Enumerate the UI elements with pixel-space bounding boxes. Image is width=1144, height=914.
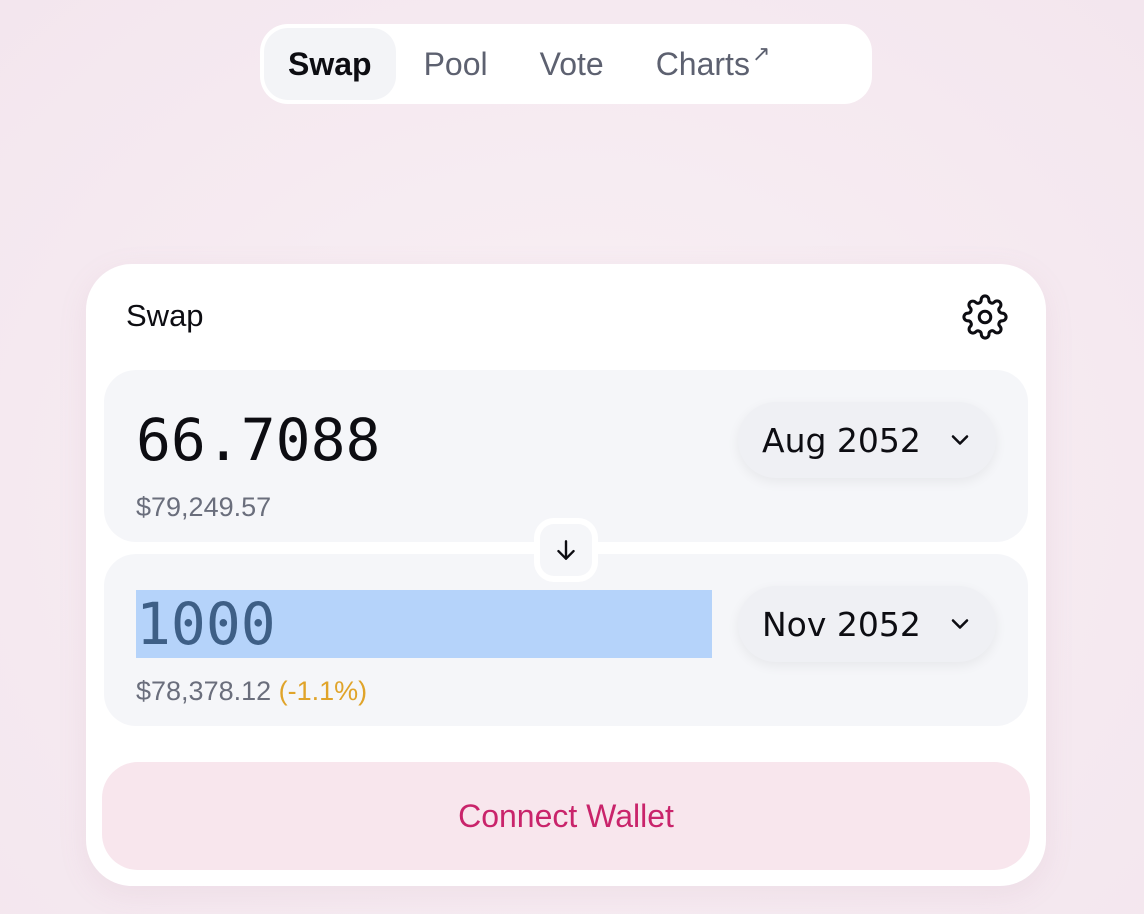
tab-charts-label: Charts <box>655 45 750 82</box>
tab-vote[interactable]: Vote <box>516 28 628 100</box>
buy-usd-value: $78,378.12 <box>136 676 272 706</box>
connect-wallet-button[interactable]: Connect Wallet <box>102 762 1030 870</box>
swap-card: Swap 66.7088 $79,249.57 Aug 2052 $78,378… <box>86 264 1046 886</box>
external-link-icon: ↗ <box>751 41 771 66</box>
buy-amount-input[interactable] <box>136 590 712 658</box>
sell-usd-value: $79,249.57 <box>136 492 272 522</box>
tab-swap-label: Swap <box>288 45 372 82</box>
sell-token-select[interactable]: Aug 2052 <box>738 402 996 478</box>
switch-tokens-wrap <box>534 518 598 582</box>
sell-amount-input[interactable]: 66.7088 <box>136 408 380 472</box>
chevron-down-icon <box>951 435 969 445</box>
arrow-down-icon <box>557 540 575 560</box>
tab-swap[interactable]: Swap <box>264 28 396 100</box>
buy-usd-value-row: $78,378.12 (-1.1%) <box>136 676 367 707</box>
switch-tokens-button[interactable] <box>540 524 592 576</box>
top-nav: Swap Pool Vote Charts ↗ <box>260 24 872 104</box>
gear-icon[interactable] <box>962 294 1008 340</box>
tab-charts[interactable]: Charts ↗ <box>632 28 795 100</box>
chevron-down-icon <box>951 619 969 629</box>
sell-token-label: Aug 2052 <box>762 420 921 460</box>
buy-token-select[interactable]: Nov 2052 <box>738 586 996 662</box>
price-impact: (-1.1%) <box>278 676 368 706</box>
tab-pool-label: Pool <box>423 45 488 82</box>
tab-pool[interactable]: Pool <box>400 28 512 100</box>
buy-token-label: Nov 2052 <box>762 604 921 644</box>
swap-title: Swap <box>126 298 204 333</box>
sell-panel: 66.7088 $79,249.57 Aug 2052 <box>104 370 1028 542</box>
tab-vote-label: Vote <box>539 45 604 82</box>
